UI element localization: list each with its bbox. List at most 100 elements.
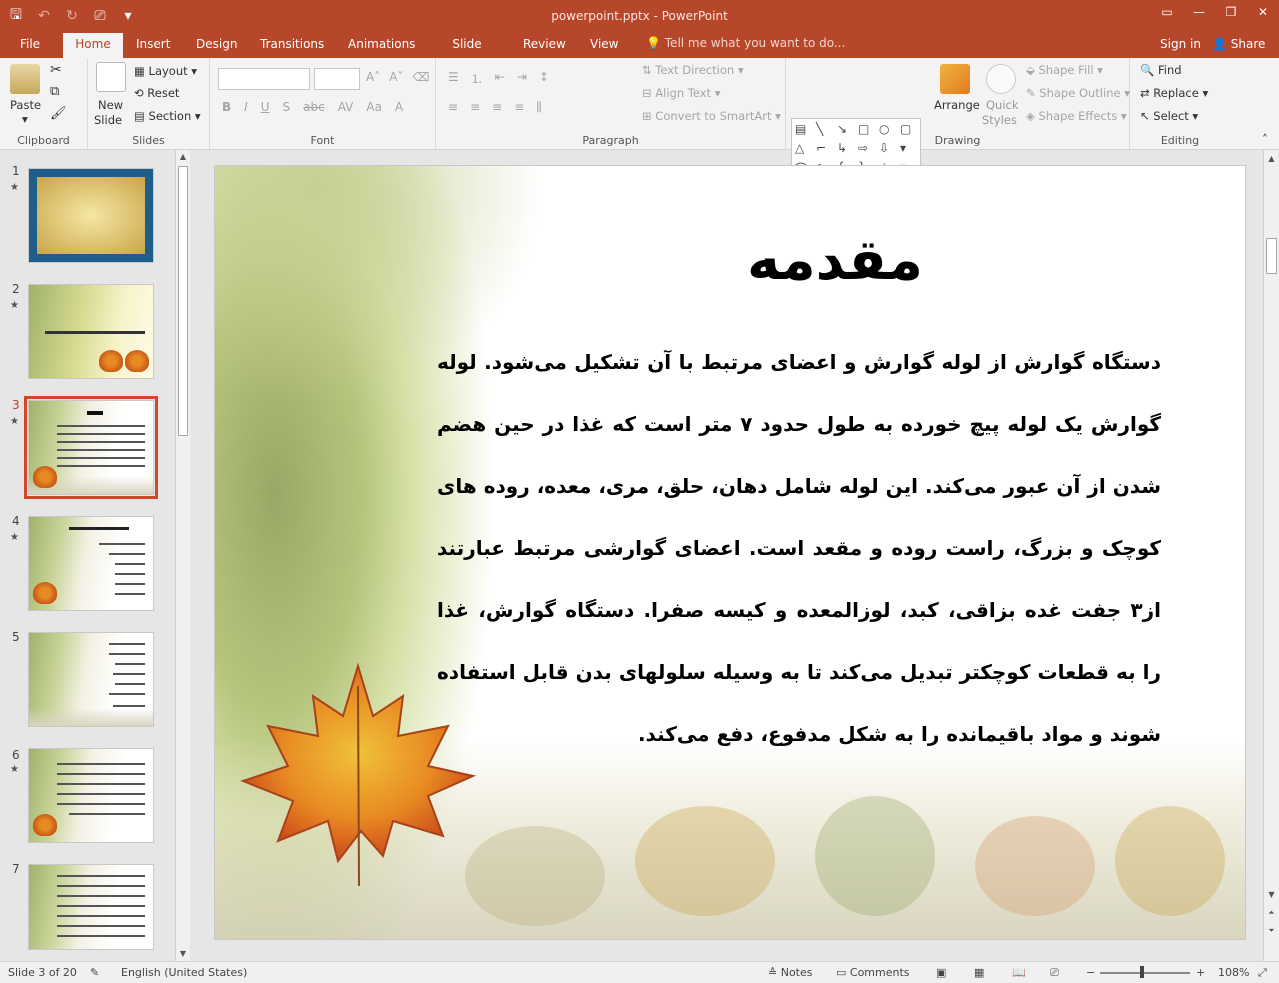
slideshow-view-icon[interactable]: ⎚: [1050, 966, 1059, 980]
tab-review[interactable]: Review: [515, 33, 571, 58]
align-center-icon[interactable]: ≡: [470, 100, 480, 115]
paste-button[interactable]: Paste: [10, 98, 41, 112]
text-direction-button[interactable]: ⇅ Text Direction ▾: [642, 63, 744, 77]
slide-sorter-icon[interactable]: ▦: [974, 966, 984, 979]
tab-animations[interactable]: Animations: [340, 33, 418, 58]
right-arrow-shape-icon[interactable]: ⇨: [858, 141, 876, 158]
paste-icon[interactable]: [10, 64, 40, 94]
next-slide-icon[interactable]: ⏷: [1264, 924, 1279, 938]
shrink-font-icon[interactable]: A˅: [389, 70, 403, 84]
slide-thumbnail-2[interactable]: [28, 284, 154, 379]
elbow-shape-icon[interactable]: ⌐: [816, 141, 834, 158]
new-slide-label-1[interactable]: New: [98, 98, 123, 112]
elbow-arrow-shape-icon[interactable]: ↳: [837, 141, 855, 158]
tab-transitions[interactable]: Transitions: [252, 33, 330, 58]
quick-styles-icon[interactable]: [986, 64, 1016, 94]
zoom-out-icon[interactable]: −: [1086, 966, 1095, 979]
slide-body-text[interactable]: دستگاه گوارش از لوله گوارش و اعضای مرتبط…: [437, 331, 1161, 765]
slide-thumbnail-1[interactable]: [28, 168, 154, 263]
slide-thumbnail-3[interactable]: [24, 396, 158, 499]
columns-icon[interactable]: ⫼: [536, 100, 542, 115]
textbox-shape-icon[interactable]: ▤: [795, 122, 813, 139]
layout-button[interactable]: ▦ Layout ▾: [134, 64, 197, 78]
scroll-down-arrow-icon[interactable]: ▼: [176, 947, 190, 961]
new-slide-label-2[interactable]: Slide: [94, 113, 122, 127]
scroll-down-arrow-icon[interactable]: ▼: [1264, 888, 1279, 902]
shape-fill-button[interactable]: ⬙ Shape Fill ▾: [1026, 63, 1103, 77]
fit-to-window-icon[interactable]: ⤢: [1258, 966, 1267, 980]
grow-font-icon[interactable]: A˄: [366, 70, 380, 84]
tab-file[interactable]: File: [10, 33, 50, 58]
notes-button[interactable]: ≙ Notes: [768, 966, 813, 979]
arrange-icon[interactable]: [940, 64, 970, 94]
new-slide-icon[interactable]: [96, 62, 126, 92]
section-button[interactable]: ▤ Section ▾: [134, 109, 201, 123]
slide-canvas[interactable]: مقدمه دستگاه گوارش از لوله گوارش و اعضای…: [214, 165, 1246, 940]
copy-icon[interactable]: ⧉: [50, 84, 59, 99]
scrollbar-thumb[interactable]: [1266, 238, 1277, 274]
slide-thumbnail-4[interactable]: [28, 516, 154, 611]
strikethrough-icon[interactable]: abc: [303, 100, 325, 114]
slide-thumbnail-6[interactable]: [28, 748, 154, 843]
tab-home[interactable]: Home: [63, 33, 123, 58]
rectangle-shape-icon[interactable]: □: [858, 122, 876, 139]
editor-scrollbar[interactable]: ▲ ▼ ⏶ ⏷: [1263, 150, 1279, 961]
close-icon[interactable]: ✕: [1247, 0, 1279, 26]
zoom-level[interactable]: 108%: [1218, 966, 1249, 979]
zoom-slider-thumb[interactable]: [1140, 966, 1144, 978]
oval-shape-icon[interactable]: ○: [879, 122, 897, 139]
minimize-icon[interactable]: —: [1183, 0, 1215, 26]
comments-button[interactable]: ▭ Comments: [836, 966, 910, 979]
decrease-indent-icon[interactable]: ⇤: [495, 70, 505, 87]
slide-title[interactable]: مقدمه: [635, 228, 1035, 293]
quick-styles-label-2[interactable]: Styles: [982, 113, 1017, 127]
normal-view-icon[interactable]: ▣: [936, 966, 946, 979]
sign-in-link[interactable]: Sign in: [1160, 37, 1201, 51]
smartart-button[interactable]: ⊞ Convert to SmartArt ▾: [642, 109, 781, 123]
change-case-icon[interactable]: Aa: [366, 100, 382, 114]
line-spacing-icon[interactable]: ↕: [539, 70, 549, 87]
font-color-icon[interactable]: A: [395, 100, 403, 114]
down-arrow-shape-icon[interactable]: ⇩: [879, 141, 897, 158]
restore-icon[interactable]: ❐: [1215, 0, 1247, 26]
bold-icon[interactable]: B: [222, 100, 231, 114]
font-size-input[interactable]: [314, 68, 360, 90]
align-text-button[interactable]: ⊟ Align Text ▾: [642, 86, 721, 100]
tab-slide-show[interactable]: Slide Show: [430, 33, 504, 73]
collapse-ribbon-icon[interactable]: ˄: [1262, 132, 1268, 146]
numbering-icon[interactable]: ⒈: [471, 70, 483, 87]
italic-icon[interactable]: I: [244, 100, 248, 114]
spellcheck-icon[interactable]: ✎: [90, 966, 99, 979]
justify-icon[interactable]: ≡: [514, 100, 524, 115]
shape-outline-button[interactable]: ✎ Shape Outline ▾: [1026, 86, 1130, 100]
scroll-up-arrow-icon[interactable]: ▲: [1264, 152, 1279, 166]
scroll-up-arrow-icon[interactable]: ▲: [176, 150, 190, 164]
shadow-icon[interactable]: S: [283, 100, 291, 114]
zoom-slider[interactable]: [1100, 972, 1190, 974]
rounded-rect-shape-icon[interactable]: ▢: [900, 122, 918, 139]
select-button[interactable]: ↖ Select ▾: [1140, 109, 1198, 123]
bullets-icon[interactable]: ☰: [448, 70, 459, 87]
tab-view[interactable]: View: [582, 33, 624, 58]
thumbnail-scrollbar[interactable]: ▲ ▼: [175, 150, 190, 961]
increase-indent-icon[interactable]: ⇥: [517, 70, 527, 87]
tell-me-box[interactable]: 💡 Tell me what you want to do...: [646, 36, 845, 50]
tab-design[interactable]: Design: [188, 33, 240, 58]
slide-thumbnail-7[interactable]: [28, 864, 154, 950]
line-shape-icon[interactable]: ╲: [816, 122, 834, 139]
share-button[interactable]: 👤 Share: [1206, 35, 1271, 53]
scrollbar-thumb[interactable]: [178, 166, 188, 436]
font-name-input[interactable]: [218, 68, 310, 90]
tab-insert[interactable]: Insert: [128, 33, 176, 58]
triangle-shape-icon[interactable]: △: [795, 141, 813, 158]
align-right-icon[interactable]: ≡: [492, 100, 502, 115]
char-spacing-icon[interactable]: AV: [338, 100, 354, 114]
replace-button[interactable]: ⇄ Replace ▾: [1140, 86, 1208, 100]
cut-icon[interactable]: ✂: [50, 62, 62, 78]
paste-dropdown-icon[interactable]: ▾: [22, 112, 28, 126]
zoom-in-icon[interactable]: +: [1196, 966, 1205, 979]
align-left-icon[interactable]: ≡: [448, 100, 458, 115]
quick-styles-label-1[interactable]: Quick: [986, 98, 1019, 112]
slide-thumbnail-5[interactable]: [28, 632, 154, 727]
reading-view-icon[interactable]: 📖: [1012, 966, 1026, 979]
